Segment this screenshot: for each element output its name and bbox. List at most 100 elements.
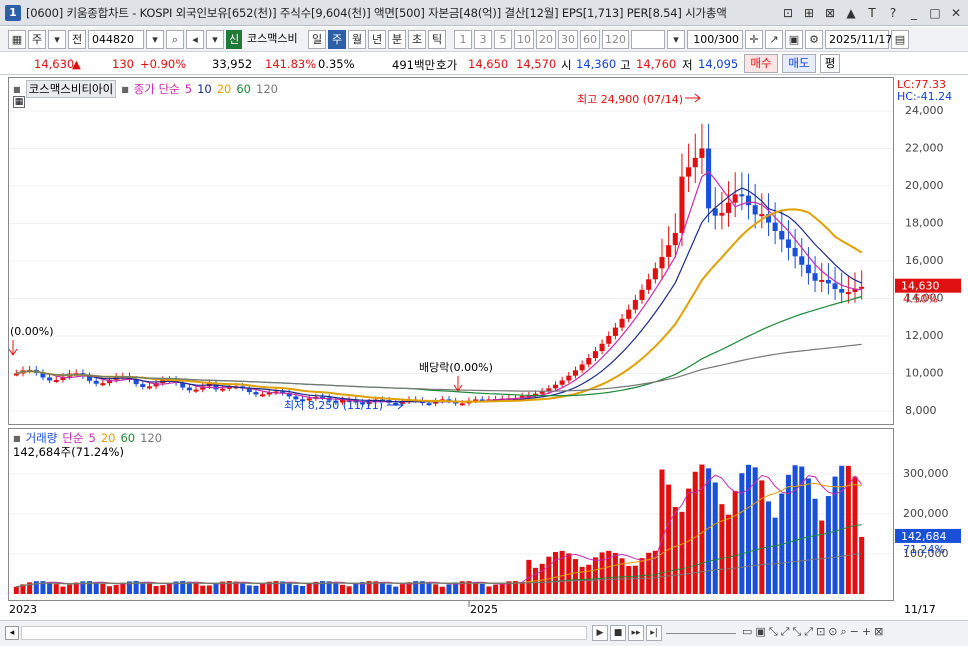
volume-bar bbox=[213, 583, 219, 594]
mode-dropdown-icon[interactable]: ▾ bbox=[48, 29, 66, 49]
compress-icon[interactable]: ⤢ bbox=[781, 625, 790, 639]
interval-20[interactable]: 20 bbox=[536, 29, 556, 49]
minus-icon[interactable]: − bbox=[850, 625, 859, 639]
bottom-scrollbar: ◂ ▶ ■ ▸▸ ▸| ▭ ▣ ⤡ ⤢ ⤡ ⤢ ⊡ ⊙ ⌕ − + ⊠ bbox=[0, 620, 968, 646]
period-minute[interactable]: 분 bbox=[388, 29, 406, 49]
candle-body bbox=[699, 148, 705, 158]
ma120-label[interactable]: 120 bbox=[256, 82, 278, 96]
start-arrow-icon bbox=[8, 340, 18, 356]
interval-dropdown-icon[interactable]: ▾ bbox=[667, 29, 685, 49]
calendar-icon[interactable]: ▤ bbox=[891, 29, 909, 49]
stock-code-input[interactable]: 044820 bbox=[88, 29, 144, 49]
candle-body bbox=[805, 264, 811, 274]
gear-icon[interactable]: ⚙ bbox=[805, 29, 823, 49]
speaker-icon[interactable]: ◂ bbox=[186, 29, 204, 49]
up-icon[interactable]: ▲ bbox=[842, 4, 860, 22]
scroll-track[interactable] bbox=[21, 626, 587, 640]
candle-body bbox=[146, 386, 152, 389]
plus-icon[interactable]: + bbox=[862, 625, 871, 639]
sell-button[interactable]: 매도 bbox=[782, 54, 816, 73]
volume-current: 142,684주(71.24%) bbox=[13, 445, 124, 459]
window-layout-icon[interactable]: ▦ bbox=[8, 29, 26, 49]
help-icon[interactable]: ? bbox=[884, 4, 902, 22]
close-icon[interactable]: ✕ bbox=[947, 4, 965, 22]
date-input[interactable]: 2025/11/17 bbox=[825, 29, 892, 49]
volume-bar bbox=[393, 586, 399, 594]
scroll-left-icon[interactable]: ◂ bbox=[5, 626, 19, 640]
vol-ma120-label[interactable]: 120 bbox=[140, 431, 162, 445]
data-count-input[interactable]: 100/300 bbox=[687, 29, 743, 49]
volume-chart-panel[interactable]: ■ 거래량 단순 5 20 60 120 142,684주(71.24%) bbox=[8, 428, 894, 601]
volume-bar bbox=[53, 584, 59, 594]
search-icon[interactable]: ⌕ bbox=[166, 29, 184, 49]
date-label: 11/17 bbox=[904, 603, 936, 616]
end-icon[interactable]: ▸| bbox=[646, 625, 662, 641]
eval-button[interactable]: 평 bbox=[820, 54, 840, 73]
draw-tool-icon[interactable]: ↗ bbox=[765, 29, 783, 49]
volume-bar bbox=[333, 582, 339, 594]
volume-bar bbox=[473, 582, 479, 594]
period-week[interactable]: 주 bbox=[328, 29, 346, 49]
last-price-label: 14,630 bbox=[901, 280, 940, 293]
save-screen-icon[interactable]: ⊠ bbox=[821, 4, 839, 22]
speaker-dropdown-icon[interactable]: ▾ bbox=[206, 29, 224, 49]
volume-bar bbox=[752, 467, 758, 594]
interval-5[interactable]: 5 bbox=[494, 29, 512, 49]
grid-table-icon[interactable]: ▦ bbox=[13, 96, 25, 108]
interval-60[interactable]: 60 bbox=[580, 29, 600, 49]
text-icon[interactable]: T bbox=[863, 4, 881, 22]
candle-body bbox=[785, 239, 791, 248]
ma5-label[interactable]: 5 bbox=[185, 82, 192, 96]
minimize-icon[interactable]: _ bbox=[905, 4, 923, 22]
volume-bar bbox=[399, 584, 405, 594]
link-icon[interactable]: ⊞ bbox=[800, 4, 818, 22]
lock-icon[interactable]: ⊡ bbox=[816, 625, 825, 639]
floppy-icon[interactable]: ▣ bbox=[785, 29, 803, 49]
interval-custom-input[interactable] bbox=[631, 29, 665, 49]
interval-30[interactable]: 30 bbox=[558, 29, 578, 49]
arrows-icon[interactable]: ⤡ bbox=[769, 625, 778, 639]
interval-1[interactable]: 1 bbox=[454, 29, 472, 49]
zoom-slider[interactable] bbox=[666, 633, 736, 634]
zoom-icon[interactable]: ⌕ bbox=[841, 625, 847, 639]
candle-body bbox=[559, 380, 565, 385]
expand-icon[interactable]: ⤡ bbox=[792, 625, 801, 639]
reset-icon[interactable]: ⊠ bbox=[874, 625, 883, 639]
interval-120[interactable]: 120 bbox=[602, 29, 629, 49]
interval-10[interactable]: 10 bbox=[514, 29, 534, 49]
dock-icon[interactable]: ⊡ bbox=[779, 4, 797, 22]
prev-button[interactable]: 전 bbox=[68, 29, 86, 49]
split-view-icon[interactable]: ▣ bbox=[755, 625, 765, 639]
buy-button[interactable]: 매수 bbox=[744, 54, 778, 73]
interval-3[interactable]: 3 bbox=[474, 29, 492, 49]
chart-view-icon[interactable]: ▭ bbox=[742, 625, 752, 639]
ma-label[interactable]: 종가 단순 bbox=[134, 81, 180, 97]
code-dropdown-icon[interactable]: ▾ bbox=[146, 29, 164, 49]
maximize-icon[interactable]: □ bbox=[926, 4, 944, 22]
play-icon[interactable]: ▶ bbox=[592, 625, 608, 641]
volume-bar bbox=[246, 585, 252, 594]
sync-icon[interactable]: ⊙ bbox=[828, 625, 837, 639]
period-month[interactable]: 월 bbox=[348, 29, 366, 49]
price-tick-label: 12,000 bbox=[905, 329, 944, 342]
fast-forward-icon[interactable]: ▸▸ bbox=[628, 625, 644, 641]
fit-icon[interactable]: ⤢ bbox=[804, 625, 813, 639]
period-second[interactable]: 초 bbox=[408, 29, 426, 49]
price-panel-title[interactable]: 코스맥스비티아이 bbox=[25, 80, 117, 98]
vol-ma5-label[interactable]: 5 bbox=[88, 431, 95, 445]
ma20-label[interactable]: 20 bbox=[217, 82, 232, 96]
volume-bar bbox=[379, 582, 385, 594]
vol-ma20-label[interactable]: 20 bbox=[101, 431, 116, 445]
crosshair-icon[interactable]: ✛ bbox=[745, 29, 763, 49]
volume-bar bbox=[260, 583, 266, 594]
period-year[interactable]: 년 bbox=[368, 29, 386, 49]
price-chart-panel[interactable]: 최고 24,900 (07/14) 최저 8,250 (11/11) (0.00%)… bbox=[8, 77, 894, 425]
low-label: 저 bbox=[682, 58, 693, 72]
ma60-label[interactable]: 60 bbox=[236, 82, 251, 96]
ma10-label[interactable]: 10 bbox=[197, 82, 212, 96]
vol-ma60-label[interactable]: 60 bbox=[120, 431, 135, 445]
stop-icon[interactable]: ■ bbox=[610, 625, 626, 641]
period-day[interactable]: 일 bbox=[308, 29, 326, 49]
period-tick[interactable]: 틱 bbox=[428, 29, 446, 49]
mode-select[interactable]: 주 bbox=[28, 29, 46, 49]
